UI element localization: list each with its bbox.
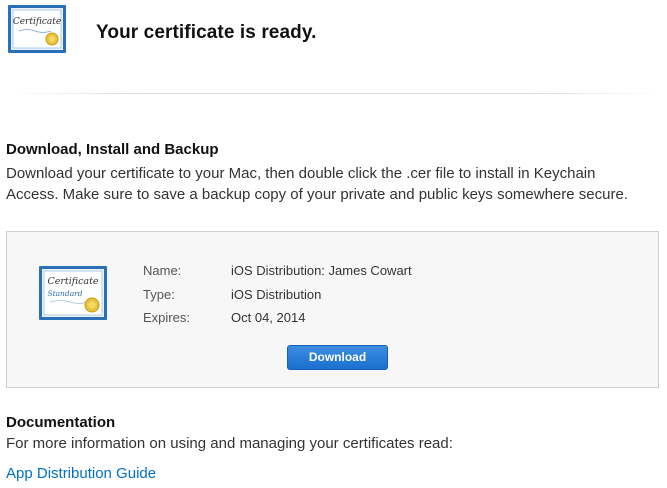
certificate-icon-subtitle: Standard <box>47 289 82 298</box>
divider <box>10 93 660 94</box>
certificate-icon-title: Certificate <box>47 276 98 287</box>
type-value: iOS Distribution <box>231 287 322 302</box>
name-label: Name: <box>143 263 182 278</box>
type-label: Type: <box>143 287 175 302</box>
download-section-title: Download, Install and Backup <box>6 141 219 158</box>
svg-text:Certificate: Certificate <box>13 17 61 27</box>
page-title: Your certificate is ready. <box>96 22 317 43</box>
documentation-title: Documentation <box>6 414 116 431</box>
header: Certificate Your certificate is ready. <box>0 0 667 90</box>
name-value: iOS Distribution: James Cowart <box>231 263 412 278</box>
certificate-info-box: Certificate Standard Name: iOS Distribut… <box>6 231 659 388</box>
documentation-text: For more information on using and managi… <box>6 435 453 452</box>
certificate-ready-page: Certificate Your certificate is ready. D… <box>0 0 667 488</box>
download-section-text: Download your certificate to your Mac, t… <box>6 165 628 203</box>
app-distribution-guide-link[interactable]: App Distribution Guide <box>6 465 156 482</box>
certificate-icon: Certificate <box>8 5 66 53</box>
expires-value: Oct 04, 2014 <box>231 310 306 325</box>
certificate-standard-icon: Certificate Standard <box>39 266 107 320</box>
download-button[interactable]: Download <box>287 345 388 370</box>
expires-label: Expires: <box>143 310 190 325</box>
